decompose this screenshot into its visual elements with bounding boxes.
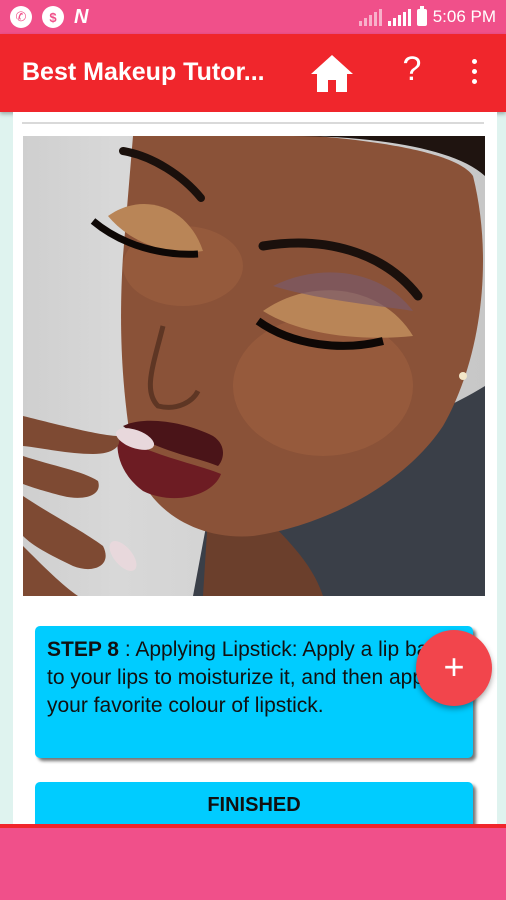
dollar-circle-icon: $ bbox=[42, 6, 64, 28]
step-card: STEP 8 : Applying Lipstick: Apply a lip … bbox=[35, 626, 473, 758]
signal-icon bbox=[358, 8, 382, 26]
bottom-banner bbox=[0, 824, 506, 900]
app-toolbar: Best Makeup Tutor... ? bbox=[0, 34, 506, 112]
home-icon[interactable] bbox=[308, 52, 356, 96]
more-vert-icon[interactable] bbox=[462, 54, 486, 94]
makeup-photo bbox=[23, 136, 485, 596]
signal-icon bbox=[387, 8, 411, 26]
help-icon[interactable]: ? bbox=[397, 50, 427, 89]
battery-icon bbox=[416, 5, 427, 26]
status-bar: ✆ $ N 5:06 PM bbox=[0, 0, 506, 34]
divider bbox=[22, 122, 484, 124]
whatsapp-icon: ✆ bbox=[10, 6, 32, 28]
main-content: STEP 8 : Applying Lipstick: Apply a lip … bbox=[13, 112, 497, 832]
add-fab-button[interactable]: + bbox=[416, 630, 492, 706]
page-title: Best Makeup Tutor... bbox=[22, 58, 265, 86]
n-app-icon: N bbox=[74, 6, 89, 28]
step-description: STEP 8 : Applying Lipstick: Apply a lip … bbox=[47, 636, 467, 720]
status-time: 5:06 PM bbox=[432, 7, 496, 26]
step-label: STEP 8 bbox=[47, 638, 119, 661]
